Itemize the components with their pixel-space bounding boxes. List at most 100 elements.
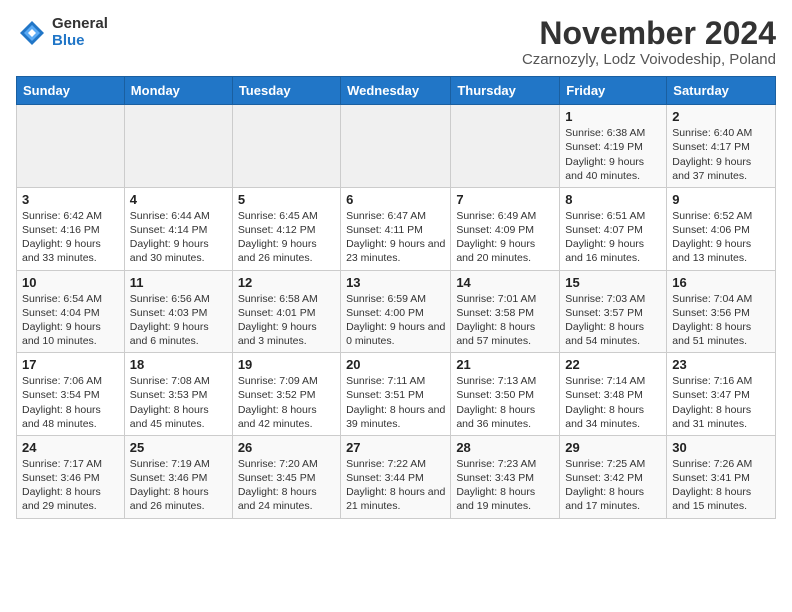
day-info: Sunrise: 6:44 AM Sunset: 4:14 PM Dayligh… bbox=[130, 209, 227, 266]
day-info: Sunrise: 6:58 AM Sunset: 4:01 PM Dayligh… bbox=[238, 292, 335, 349]
calendar-week-4: 17Sunrise: 7:06 AM Sunset: 3:54 PM Dayli… bbox=[17, 353, 776, 436]
day-info: Sunrise: 7:17 AM Sunset: 3:46 PM Dayligh… bbox=[22, 457, 119, 514]
calendar-cell: 22 Sunrise: 7:14 AM Sunset: 3:48 PM Dayli… bbox=[560, 353, 667, 436]
calendar-cell bbox=[341, 105, 451, 188]
calendar-cell: 21Sunrise: 7:13 AM Sunset: 3:50 PM Dayli… bbox=[451, 353, 560, 436]
calendar-cell: 23 Sunrise: 7:16 AM Sunset: 3:47 PM Dayli… bbox=[667, 353, 776, 436]
calendar-cell: 6 Sunrise: 6:47 AM Sunset: 4:11 PM Daylig… bbox=[341, 187, 451, 270]
day-number: 11 bbox=[130, 275, 227, 290]
calendar-cell: 7Sunrise: 6:49 AM Sunset: 4:09 PM Daylig… bbox=[451, 187, 560, 270]
calendar-week-2: 3 Sunrise: 6:42 AM Sunset: 4:16 PM Daylig… bbox=[17, 187, 776, 270]
header-day-wednesday: Wednesday bbox=[341, 77, 451, 105]
day-info: Sunrise: 7:13 AM Sunset: 3:50 PM Dayligh… bbox=[456, 374, 554, 431]
calendar-cell: 19Sunrise: 7:09 AM Sunset: 3:52 PM Dayli… bbox=[232, 353, 340, 436]
day-info: Sunrise: 7:16 AM Sunset: 3:47 PM Dayligh… bbox=[672, 374, 770, 431]
page-container: General Blue November 2024 Czarnozyly, L… bbox=[0, 0, 792, 529]
day-number: 20 bbox=[346, 357, 445, 372]
day-number: 30 bbox=[672, 440, 770, 455]
calendar-cell: 27 Sunrise: 7:22 AM Sunset: 3:44 PM Dayli… bbox=[341, 435, 451, 518]
logo: General Blue bbox=[16, 16, 108, 49]
day-number: 5 bbox=[238, 192, 335, 207]
day-number: 14 bbox=[456, 275, 554, 290]
calendar-header: SundayMondayTuesdayWednesdayThursdayFrid… bbox=[17, 77, 776, 105]
day-info: Sunrise: 7:03 AM Sunset: 3:57 PM Dayligh… bbox=[565, 292, 661, 349]
calendar-cell: 4 Sunrise: 6:44 AM Sunset: 4:14 PM Daylig… bbox=[124, 187, 232, 270]
day-number: 22 bbox=[565, 357, 661, 372]
calendar-cell: 11Sunrise: 6:56 AM Sunset: 4:03 PM Dayli… bbox=[124, 270, 232, 353]
day-number: 26 bbox=[238, 440, 335, 455]
calendar-week-5: 24 Sunrise: 7:17 AM Sunset: 3:46 PM Dayli… bbox=[17, 435, 776, 518]
day-info: Sunrise: 6:49 AM Sunset: 4:09 PM Dayligh… bbox=[456, 209, 554, 266]
calendar-cell: 20 Sunrise: 7:11 AM Sunset: 3:51 PM Dayli… bbox=[341, 353, 451, 436]
day-info: Sunrise: 7:04 AM Sunset: 3:56 PM Dayligh… bbox=[672, 292, 770, 349]
logo-text: General Blue bbox=[52, 16, 108, 49]
calendar-cell: 9Sunrise: 6:52 AM Sunset: 4:06 PM Daylig… bbox=[667, 187, 776, 270]
day-info: Sunrise: 7:01 AM Sunset: 3:58 PM Dayligh… bbox=[456, 292, 554, 349]
header-day-friday: Friday bbox=[560, 77, 667, 105]
calendar-cell: 25 Sunrise: 7:19 AM Sunset: 3:46 PM Dayli… bbox=[124, 435, 232, 518]
logo-icon bbox=[16, 17, 48, 49]
calendar-cell bbox=[17, 105, 125, 188]
header-day-sunday: Sunday bbox=[17, 77, 125, 105]
day-info: Sunrise: 6:51 AM Sunset: 4:07 PM Dayligh… bbox=[565, 209, 661, 266]
day-info: Sunrise: 7:06 AM Sunset: 3:54 PM Dayligh… bbox=[22, 374, 119, 431]
calendar-week-1: 1Sunrise: 6:38 AM Sunset: 4:19 PM Daylig… bbox=[17, 105, 776, 188]
day-number: 1 bbox=[565, 109, 661, 124]
header-day-thursday: Thursday bbox=[451, 77, 560, 105]
calendar-body: 1Sunrise: 6:38 AM Sunset: 4:19 PM Daylig… bbox=[17, 105, 776, 518]
day-info: Sunrise: 6:42 AM Sunset: 4:16 PM Dayligh… bbox=[22, 209, 119, 266]
day-info: Sunrise: 6:59 AM Sunset: 4:00 PM Dayligh… bbox=[346, 292, 445, 349]
header-row: General Blue November 2024 Czarnozyly, L… bbox=[16, 16, 776, 68]
calendar-cell: 16 Sunrise: 7:04 AM Sunset: 3:56 PM Dayli… bbox=[667, 270, 776, 353]
day-number: 8 bbox=[565, 192, 661, 207]
calendar-cell: 14 Sunrise: 7:01 AM Sunset: 3:58 PM Dayli… bbox=[451, 270, 560, 353]
day-info: Sunrise: 7:11 AM Sunset: 3:51 PM Dayligh… bbox=[346, 374, 445, 431]
day-number: 4 bbox=[130, 192, 227, 207]
day-number: 10 bbox=[22, 275, 119, 290]
calendar-cell bbox=[451, 105, 560, 188]
calendar-cell bbox=[232, 105, 340, 188]
calendar-cell: 10 Sunrise: 6:54 AM Sunset: 4:04 PM Dayli… bbox=[17, 270, 125, 353]
header-row-days: SundayMondayTuesdayWednesdayThursdayFrid… bbox=[17, 77, 776, 105]
day-info: Sunrise: 6:54 AM Sunset: 4:04 PM Dayligh… bbox=[22, 292, 119, 349]
header-day-tuesday: Tuesday bbox=[232, 77, 340, 105]
day-number: 6 bbox=[346, 192, 445, 207]
calendar-title: November 2024 bbox=[522, 16, 776, 51]
day-number: 13 bbox=[346, 275, 445, 290]
calendar-cell: 30Sunrise: 7:26 AM Sunset: 3:41 PM Dayli… bbox=[667, 435, 776, 518]
calendar-cell: 15 Sunrise: 7:03 AM Sunset: 3:57 PM Dayli… bbox=[560, 270, 667, 353]
day-number: 25 bbox=[130, 440, 227, 455]
calendar-cell bbox=[124, 105, 232, 188]
day-number: 18 bbox=[130, 357, 227, 372]
day-number: 24 bbox=[22, 440, 119, 455]
calendar-cell: 5 Sunrise: 6:45 AM Sunset: 4:12 PM Daylig… bbox=[232, 187, 340, 270]
calendar-cell: 18 Sunrise: 7:08 AM Sunset: 3:53 PM Dayli… bbox=[124, 353, 232, 436]
calendar-cell: 24 Sunrise: 7:17 AM Sunset: 3:46 PM Dayli… bbox=[17, 435, 125, 518]
calendar-cell: 13 Sunrise: 6:59 AM Sunset: 4:00 PM Dayli… bbox=[341, 270, 451, 353]
day-number: 16 bbox=[672, 275, 770, 290]
day-info: Sunrise: 6:47 AM Sunset: 4:11 PM Dayligh… bbox=[346, 209, 445, 266]
day-number: 28 bbox=[456, 440, 554, 455]
day-number: 27 bbox=[346, 440, 445, 455]
logo-general: General bbox=[52, 16, 108, 33]
day-info: Sunrise: 6:45 AM Sunset: 4:12 PM Dayligh… bbox=[238, 209, 335, 266]
calendar-cell: 12Sunrise: 6:58 AM Sunset: 4:01 PM Dayli… bbox=[232, 270, 340, 353]
day-info: Sunrise: 6:52 AM Sunset: 4:06 PM Dayligh… bbox=[672, 209, 770, 266]
day-number: 3 bbox=[22, 192, 119, 207]
calendar-cell: 17Sunrise: 7:06 AM Sunset: 3:54 PM Dayli… bbox=[17, 353, 125, 436]
day-number: 23 bbox=[672, 357, 770, 372]
day-info: Sunrise: 7:19 AM Sunset: 3:46 PM Dayligh… bbox=[130, 457, 227, 514]
day-info: Sunrise: 7:09 AM Sunset: 3:52 PM Dayligh… bbox=[238, 374, 335, 431]
calendar-table: SundayMondayTuesdayWednesdayThursdayFrid… bbox=[16, 76, 776, 518]
calendar-cell: 2Sunrise: 6:40 AM Sunset: 4:17 PM Daylig… bbox=[667, 105, 776, 188]
day-info: Sunrise: 7:22 AM Sunset: 3:44 PM Dayligh… bbox=[346, 457, 445, 514]
day-info: Sunrise: 7:20 AM Sunset: 3:45 PM Dayligh… bbox=[238, 457, 335, 514]
calendar-week-3: 10 Sunrise: 6:54 AM Sunset: 4:04 PM Dayli… bbox=[17, 270, 776, 353]
header-day-monday: Monday bbox=[124, 77, 232, 105]
day-info: Sunrise: 7:14 AM Sunset: 3:48 PM Dayligh… bbox=[565, 374, 661, 431]
title-block: November 2024 Czarnozyly, Lodz Voivodesh… bbox=[522, 16, 776, 68]
day-number: 15 bbox=[565, 275, 661, 290]
calendar-cell: 3 Sunrise: 6:42 AM Sunset: 4:16 PM Daylig… bbox=[17, 187, 125, 270]
calendar-cell: 8 Sunrise: 6:51 AM Sunset: 4:07 PM Daylig… bbox=[560, 187, 667, 270]
day-info: Sunrise: 7:08 AM Sunset: 3:53 PM Dayligh… bbox=[130, 374, 227, 431]
